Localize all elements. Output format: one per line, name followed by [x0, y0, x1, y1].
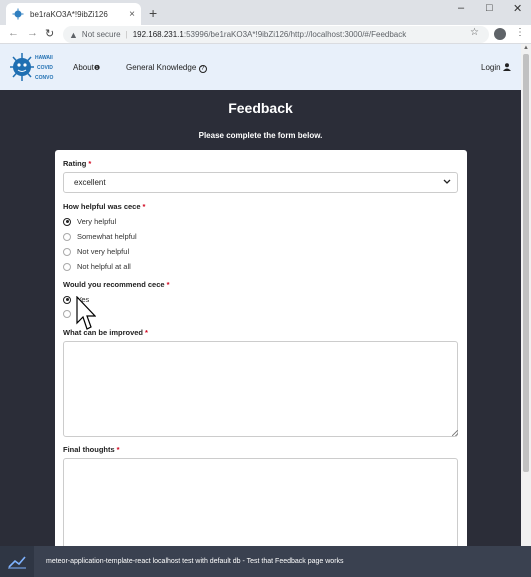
app-navbar: HAWAII COVID CONVO About❶ General Knowle… — [0, 44, 521, 90]
page-subtitle: Please complete the form below. — [198, 131, 323, 140]
logo-line-2: COVID — [37, 65, 53, 71]
recommend-label-text: Would you recommend cece — [63, 280, 165, 289]
page-scrollbar[interactable]: ▲ — [521, 44, 531, 546]
test-runner-status: meteor-application-template-react localh… — [46, 558, 344, 565]
url-host: 192.168.231.1 — [132, 30, 184, 39]
resize-grip-icon[interactable] — [452, 430, 458, 436]
window-close-icon[interactable]: ✕ — [513, 2, 522, 15]
browser-tab-bar: be1raKO3A*!9ibZi126 × + – □ ✕ — [0, 0, 531, 25]
mouse-cursor-icon — [76, 296, 96, 330]
url-path: :53996/be1raKO3A*!9ibZi126/http://localh… — [183, 30, 407, 39]
logo-line-3: CONVO — [35, 75, 53, 81]
nav-login-label: Login — [481, 63, 501, 72]
rating-select[interactable]: excellent — [63, 172, 458, 193]
virus-favicon-icon — [12, 8, 24, 20]
tab-title: be1raKO3A*!9ibZi126 — [30, 9, 108, 19]
person-icon — [502, 63, 511, 71]
nav-general-knowledge-label: General Knowledge — [126, 63, 197, 72]
warning-icon: ▲ — [69, 29, 78, 40]
final-thoughts-label-text: Final thoughts — [63, 445, 115, 454]
minimize-icon[interactable]: – — [458, 2, 464, 14]
radio-label: Not very helpful — [77, 247, 130, 256]
final-thoughts-label: Final thoughts * — [63, 445, 120, 454]
helpful-option-somewhat-helpful[interactable]: Somewhat helpful — [63, 232, 137, 241]
rating-label-text: Rating — [63, 159, 87, 168]
question-circle-icon: ? — [198, 65, 207, 73]
nav-about[interactable]: About❶ — [73, 63, 100, 72]
required-marker: * — [145, 328, 148, 337]
nav-login[interactable]: Login — [481, 63, 511, 72]
required-marker: * — [142, 202, 146, 211]
maximize-icon[interactable]: □ — [486, 2, 493, 14]
improve-label-text: What can be improved — [63, 328, 144, 337]
feedback-form: Rating * excellent How helpful was cece * … — [55, 150, 467, 554]
radio-label: Very helpful — [77, 217, 117, 226]
browser-tab[interactable]: be1raKO3A*!9ibZi126 × — [6, 3, 141, 25]
helpful-label-text: How helpful was cece — [63, 202, 141, 211]
radio-button-selected[interactable] — [63, 217, 71, 226]
required-marker: * — [166, 280, 170, 289]
url-bar[interactable]: ▲ Not secure | 192.168.231.1:53996/be1ra… — [63, 26, 489, 43]
not-secure-label: Not secure — [81, 30, 121, 39]
bookmark-star-icon[interactable]: ☆ — [470, 27, 479, 38]
scrollbar-thumb[interactable] — [523, 54, 529, 472]
test-runner-icon[interactable] — [0, 546, 34, 577]
page-title: Feedback — [228, 100, 293, 116]
address-toolbar: ← → ↻ ▲ Not secure | 192.168.231.1:53996… — [0, 25, 531, 44]
helpful-option-very-helpful[interactable]: Very helpful — [63, 217, 116, 226]
test-runner-bar: meteor-application-template-react localh… — [0, 546, 531, 577]
radio-button[interactable] — [63, 262, 71, 271]
forward-icon[interactable]: → — [27, 27, 38, 39]
new-tab-icon[interactable]: + — [149, 5, 157, 21]
scroll-up-arrow-icon[interactable]: ▲ — [523, 45, 529, 51]
radio-button-selected[interactable] — [63, 295, 71, 304]
tab-close-icon[interactable]: × — [129, 9, 135, 20]
back-icon[interactable]: ← — [8, 27, 19, 39]
nav-about-label: About — [73, 63, 94, 72]
browser-menu-icon[interactable]: ⋮ — [515, 27, 525, 38]
rating-select-value: excellent — [74, 178, 106, 187]
reload-icon[interactable]: ↻ — [45, 27, 54, 40]
nav-general-knowledge[interactable]: General Knowledge ? — [126, 63, 207, 73]
rating-label: Rating * — [63, 159, 91, 168]
logo-line-1: HAWAII — [35, 55, 53, 61]
chevron-down-icon — [443, 179, 451, 184]
radio-button[interactable] — [63, 247, 71, 256]
account-icon[interactable] — [494, 28, 506, 40]
hawaii-covid-convo-logo[interactable]: HAWAII COVID CONVO — [9, 50, 57, 84]
helpful-label: How helpful was cece * — [63, 202, 145, 211]
improve-textarea[interactable] — [63, 341, 458, 437]
required-marker: * — [116, 445, 120, 454]
recommend-option-no[interactable] — [63, 310, 77, 318]
radio-button[interactable] — [63, 310, 71, 318]
helpful-option-not-helpful-at-all[interactable]: Not helpful at all — [63, 262, 131, 271]
recommend-label: Would you recommend cece * — [63, 280, 169, 289]
helpful-option-not-very-helpful[interactable]: Not very helpful — [63, 247, 129, 256]
required-marker: * — [88, 159, 92, 168]
url-separator: | — [125, 30, 128, 39]
radio-label: Somewhat helpful — [77, 232, 137, 241]
info-icon: ❶ — [93, 65, 101, 72]
radio-button[interactable] — [63, 232, 71, 241]
final-thoughts-textarea[interactable] — [63, 458, 458, 554]
radio-label: Not helpful at all — [77, 262, 131, 271]
